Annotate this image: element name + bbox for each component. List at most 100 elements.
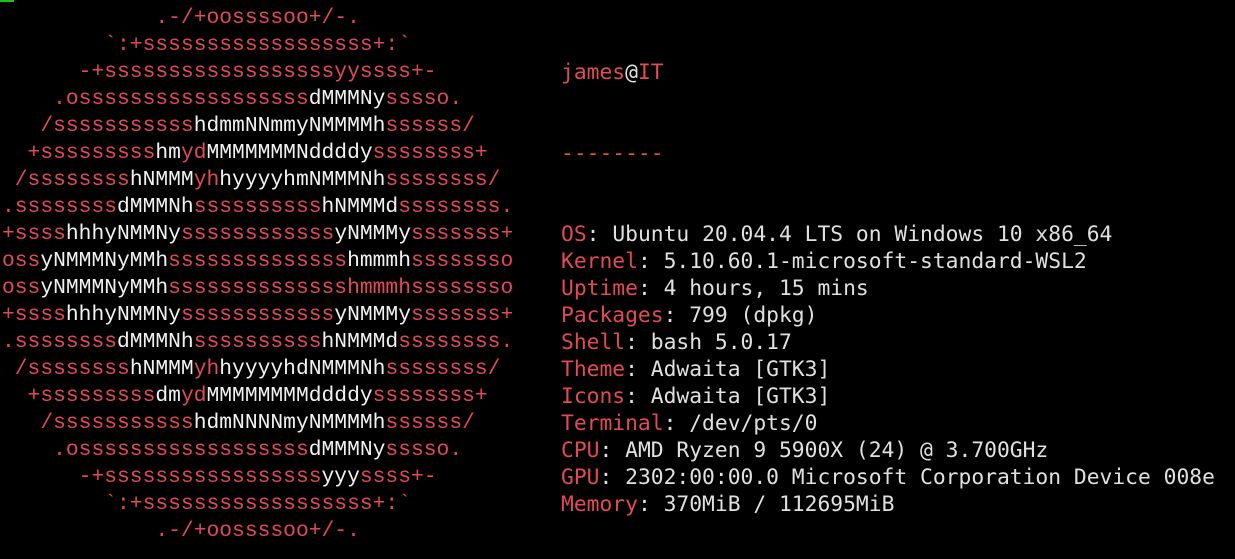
logo-segment: hhhyNMMNy — [65, 303, 181, 327]
logo-segment: ssss+- — [359, 465, 437, 489]
terminal-window[interactable]: .-/+oossssoo+/-. `:+ssssssssssssssssss+:… — [0, 0, 1235, 559]
previous-prompt-fragment — [0, 0, 40, 2]
info-key: Packages — [561, 303, 664, 328]
logo-segment: ssssssss. — [398, 330, 514, 354]
logo-segment: dMMMNh — [117, 195, 194, 219]
info-row-uptime: Uptime: 4 hours, 15 mins — [561, 275, 1215, 302]
logo-segment: ssssssssss — [193, 330, 322, 354]
logo-line: `:+ssssssssssssssssss+:` — [2, 32, 513, 59]
logo-segment: dMMMNh — [117, 330, 194, 354]
logo-segment: `:+ssssssssssssssssss+:` — [2, 33, 411, 57]
info-colon: : — [625, 357, 651, 382]
info-colon: : — [637, 249, 664, 274]
info-key: Terminal — [561, 411, 664, 436]
info-key: GPU — [561, 465, 600, 490]
logo-segment: dMMMNy — [308, 438, 386, 462]
info-colon: : — [599, 465, 626, 490]
info-row-os: OS: Ubuntu 20.04.4 LTS on Windows 10 x86… — [561, 221, 1215, 248]
info-colon: : — [637, 276, 664, 301]
info-colon: : — [625, 330, 651, 355]
logo-segment: hNMMM — [129, 168, 194, 192]
logo-segment: .-/+oossssoo+/-. — [2, 519, 360, 543]
header-separator: -------- — [561, 141, 664, 166]
logo-segment: ssssss/ — [385, 114, 475, 138]
logo-segment: ssssssssssss — [180, 303, 335, 327]
logo-segment: +sssssssss — [2, 384, 156, 408]
info-key: Icons — [561, 384, 626, 409]
logo-line: +ssssssssshmydMMMMMMMNddddyssssssss+ — [2, 140, 513, 167]
logo-segment: ssssssss. — [398, 195, 514, 219]
logo-segment: ssssssss/ — [385, 357, 501, 381]
logo-segment: MMMMMMMMddddy — [206, 384, 373, 408]
logo-segment: ssssssssss — [193, 195, 322, 219]
logo-segment: .-/+oossssoo+/-. — [2, 6, 360, 30]
logo-segment: hhhyNMMNy — [65, 222, 181, 246]
logo-segment: yNMMMy — [334, 222, 411, 246]
info-value: /dev/pts/0 — [689, 411, 818, 436]
logo-segment: .ossssssssssssssssss — [2, 87, 309, 111]
logo-line: .-/+oossssoo+/-. — [2, 5, 513, 32]
logo-segment: ssssssso — [411, 249, 514, 273]
logo-segment: yNMMMy — [334, 303, 411, 327]
logo-segment: yd — [180, 141, 207, 165]
logo-segment: hdmNNNNmyNMMMMh — [193, 411, 386, 435]
logo-segment: yyy — [321, 465, 360, 489]
info-colon: : — [663, 411, 690, 436]
logo-segment: sssssss+ — [411, 222, 514, 246]
logo-line: .ossssssssssssssssssdMMMNysssso. — [2, 437, 513, 464]
info-value: 5.10.60.1-microsoft-standard-WSL2 — [663, 249, 1087, 274]
logo-segment: ssssssssssss — [180, 222, 335, 246]
logo-segment: hyyyyhmNMMMNh — [219, 168, 386, 192]
hostname: IT — [637, 60, 664, 85]
info-colon: : — [663, 303, 690, 328]
logo-line: /sssssssshNMMMyhhyyyyhmNMMMNhssssssss/ — [2, 167, 513, 194]
logo-segment: sssso. — [385, 87, 463, 111]
info-key: CPU — [561, 438, 600, 463]
logo-line: ossyNMMMNyMMhsssssssssssssshmmmhssssssso — [2, 248, 513, 275]
logo-segment: yNMMMNyMMh — [40, 276, 169, 300]
logo-line: .ssssssssdMMMNhsssssssssshNMMMdssssssss. — [2, 194, 513, 221]
username: james — [561, 60, 626, 85]
logo-segment: hm — [155, 141, 181, 165]
logo-segment: yd — [180, 384, 207, 408]
info-value: 2302:00:00.0 Microsoft Corporation Devic… — [625, 465, 1215, 490]
logo-segment: sssso. — [385, 438, 463, 462]
logo-segment: sssssss+ — [411, 303, 514, 327]
logo-segment: -+ssssssssssssssssssyyssss+- — [2, 60, 437, 84]
logo-segment: /ssssssss — [2, 168, 130, 192]
logo-segment: ssssss/ — [385, 411, 475, 435]
logo-segment: yh — [193, 357, 220, 381]
logo-line: /ssssssssssshdmNNNNmyNMMMMhssssss/ — [2, 410, 513, 437]
logo-segment: +ssss — [2, 222, 66, 246]
info-row-gpu: GPU: 2302:00:00.0 Microsoft Corporation … — [561, 464, 1215, 491]
logo-segment: `:+ssssssssssssssssss+:` — [2, 492, 411, 516]
logo-segment: hNMMMd — [321, 330, 399, 354]
logo-line: +sssssssssdmydMMMMMMMMddddyssssssss+ — [2, 383, 513, 410]
logo-segment: dMMMNy — [308, 87, 386, 111]
info-colon: : — [599, 438, 626, 463]
info-row-shell: Shell: bash 5.0.17 — [561, 329, 1215, 356]
info-value: Adwaita [GTK3] — [650, 357, 831, 382]
info-row-kernel: Kernel: 5.10.60.1-microsoft-standard-WSL… — [561, 248, 1215, 275]
logo-segment: -+sssssssssssssssss — [2, 465, 322, 489]
logo-line: `:+ssssssssssssssssss+:` — [2, 491, 513, 518]
logo-segment: MMMMMMMNddddy — [206, 141, 373, 165]
logo-segment: +ssss — [2, 303, 66, 327]
logo-segment: yh — [193, 168, 220, 192]
info-row-terminal: Terminal: /dev/pts/0 — [561, 410, 1215, 437]
info-list: OS: Ubuntu 20.04.4 LTS on Windows 10 x86… — [561, 221, 1215, 518]
logo-segment: hNMMM — [129, 357, 194, 381]
logo-segment: yNMMMNyMMh — [40, 249, 169, 273]
info-value: AMD Ryzen 9 5900X (24) @ 3.700GHz — [625, 438, 1049, 463]
logo-line: ossyNMMMNyMMhsssssssssssssshmmmhssssssso — [2, 275, 513, 302]
logo-line: .ssssssssdMMMNhsssssssssshNMMMdssssssss. — [2, 329, 513, 356]
info-value: 370MiB / 112695MiB — [663, 492, 895, 517]
logo-segment: /sssssssssss — [2, 411, 194, 435]
logo-line: .ossssssssssssssssssdMMMNysssso. — [2, 86, 513, 113]
info-row-memory: Memory: 370MiB / 112695MiB — [561, 491, 1215, 518]
logo-segment: .ssssssss — [2, 330, 118, 354]
info-colon: : — [637, 492, 664, 517]
logo-segment: hNMMMd — [321, 195, 399, 219]
logo-segment: ssssssss/ — [385, 168, 501, 192]
info-colon: : — [586, 222, 613, 247]
